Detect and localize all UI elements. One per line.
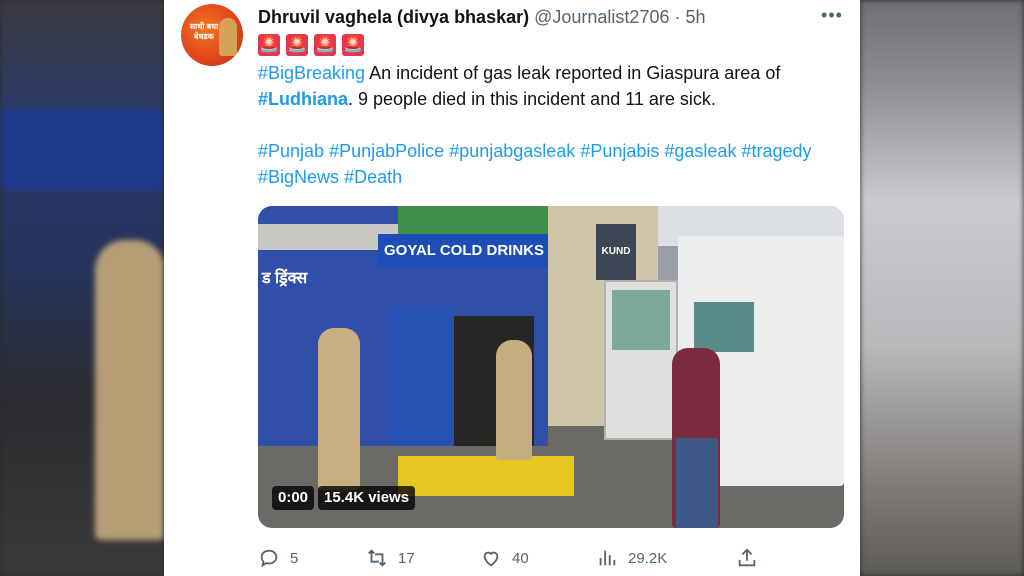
tweet-text: #BigBreaking An incident of gas leak rep… [258,60,848,112]
reply-button[interactable]: 5 [258,544,298,572]
avatar[interactable]: साथी बधा बेधडक [181,4,243,66]
hashtag-link[interactable]: #punjabgasleak [449,141,575,161]
video-van-window [694,302,754,352]
video-person [318,328,360,490]
tweet-header: Dhruvil vaghela (divya bhaskar) @Journal… [258,7,706,31]
siren-icon: 🚨 [342,34,364,56]
siren-icon: 🚨 [286,34,308,56]
like-count: 40 [512,549,529,567]
views-button[interactable]: 29.2K [596,544,667,572]
video-duration: 0:00 [272,486,315,510]
tweet-time[interactable]: 5h [686,7,706,27]
retweet-button[interactable]: 17 [366,544,415,572]
video-views: 15.4K views [318,486,416,510]
emoji-row: 🚨 🚨 🚨 🚨 [258,34,364,56]
video-dark-sign: KUND [596,224,636,280]
hashtag-list: #Punjab #PunjabPolice #punjabgasleak #Pu… [258,138,848,190]
tweet-text-part: . 9 people died in this incident and 11 … [348,89,716,109]
reply-icon [260,549,278,568]
share-icon [738,548,756,567]
share-button[interactable] [736,544,758,572]
background-right-blur [860,0,1024,576]
hashtag-link[interactable]: #BigBreaking [258,63,365,83]
background-person-blur [95,240,164,540]
hashtag-link[interactable]: #BigNews [258,167,339,187]
tweet-text-part: An incident of gas leak reported in Gias… [365,63,781,83]
video-hindi-sign: ड ड्रिंक्स [262,270,308,287]
retweet-count: 17 [398,549,415,567]
more-horizontal-icon[interactable]: ••• [820,6,844,30]
display-name[interactable]: Dhruvil vaghela (divya bhaskar) [258,7,529,27]
analytics-icon [599,550,616,566]
video-green-sign [398,206,548,236]
views-count: 29.2K [628,549,668,567]
avatar-logo-text: साथी बधा बेधडक [189,22,219,41]
video-van-door-glass [612,290,670,350]
like-button[interactable]: 40 [480,544,529,572]
background-sign-blur [0,110,164,190]
video-person-legs [676,438,718,528]
siren-icon: 🚨 [258,34,280,56]
reply-count: 5 [290,549,299,567]
background-left-blur [0,0,164,576]
hashtag-link[interactable]: #Death [344,167,402,187]
hashtag-link[interactable]: #PunjabPolice [329,141,444,161]
hashtag-link[interactable]: #tragedy [741,141,811,161]
hashtag-link[interactable]: #gasleak [664,141,736,161]
hashtag-link[interactable]: #Ludhiana [258,89,348,109]
siren-icon: 🚨 [314,34,336,56]
hashtag-link[interactable]: #Punjab [258,141,324,161]
video-person [496,340,532,460]
video-player[interactable]: GOYAL COLD DRINKS ड ड्रिंक्स KUND 0:00 1… [258,206,844,528]
heart-icon [483,551,499,567]
retweet-icon [368,549,386,567]
header-separator: · [674,7,681,27]
action-bar: 5 17 40 29.2K [258,544,778,572]
video-shop-sign: GOYAL COLD DRINKS [378,234,550,268]
hashtag-link[interactable]: #Punjabis [580,141,659,161]
video-shop-front [388,306,452,446]
video-crates [398,456,574,496]
tweet-card[interactable]: साथी बधा बेधडक Dhruvil vaghela (divya bh… [164,0,860,576]
avatar-person [219,18,237,56]
user-handle[interactable]: @Journalist2706 [534,7,669,27]
